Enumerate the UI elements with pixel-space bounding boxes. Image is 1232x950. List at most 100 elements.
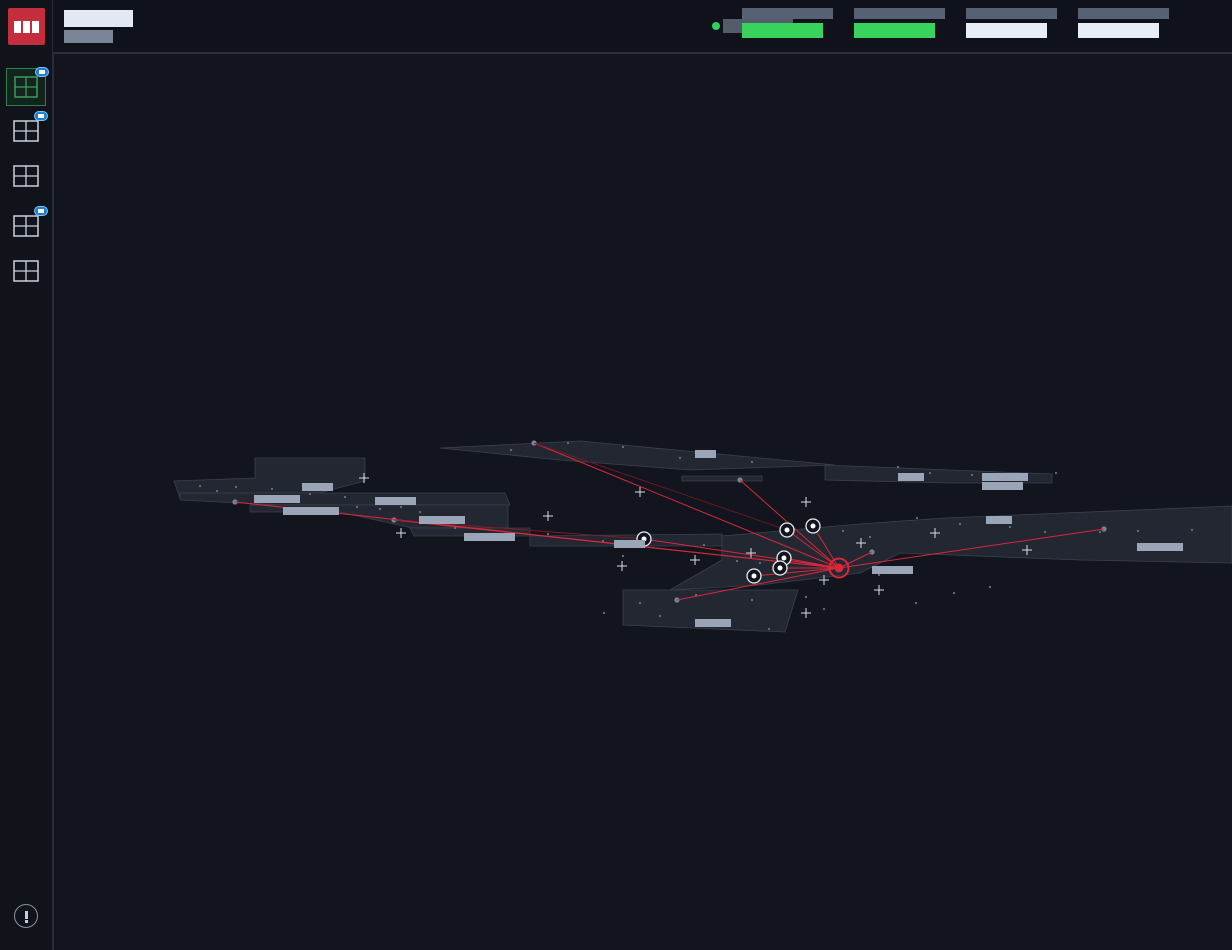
node-label-bg: [614, 540, 645, 548]
sidebar-item-1[interactable]: [6, 67, 49, 106]
map-point: [658, 614, 662, 618]
alert-icon[interactable]: [14, 904, 38, 928]
sidebar-item-3[interactable]: [6, 158, 46, 196]
map-point: [1043, 530, 1047, 534]
map-point: [1136, 529, 1140, 533]
metric-label: [742, 8, 833, 19]
map-point: [868, 535, 872, 539]
sidebar: [0, 0, 54, 950]
network-map[interactable]: [53, 54, 1232, 950]
notification-badge: [35, 67, 49, 77]
map-point: [822, 607, 826, 611]
map-point: [308, 492, 312, 496]
node-label-bg: [419, 516, 465, 524]
grid-icon: [13, 165, 39, 187]
crosshair-icon: [874, 585, 884, 595]
map-point: [958, 522, 962, 526]
map-point: [509, 448, 513, 452]
map-point: [678, 456, 682, 460]
map-point: [355, 505, 359, 509]
metric-value: [1078, 23, 1159, 38]
map-point: [270, 487, 274, 491]
app-logo[interactable]: [8, 8, 45, 45]
metric-1: [742, 8, 833, 40]
node-label-bg: [375, 497, 416, 505]
map-point: [602, 611, 606, 615]
sidebar-item-4[interactable]: [6, 206, 48, 246]
active-node: [751, 573, 757, 579]
node-label-bg: [283, 507, 339, 515]
active-node: [810, 523, 816, 529]
metric-3: [966, 8, 1057, 40]
node-label-bg: [898, 473, 924, 481]
map-point: [928, 471, 932, 475]
map-point: [1098, 530, 1102, 534]
status-indicator-icon: [712, 22, 720, 30]
map-point: [750, 598, 754, 602]
map-point: [804, 595, 808, 599]
map-point: [767, 627, 771, 631]
top-bar: [53, 0, 1232, 54]
node-label-bg: [982, 482, 1023, 490]
map-point: [234, 485, 238, 489]
grid-icon: [13, 260, 39, 282]
node-label-bg: [464, 533, 515, 541]
notification-badge: [34, 206, 48, 216]
metric-value: [966, 23, 1047, 38]
crosshair-icon: [635, 487, 645, 497]
grid-icon: [13, 120, 39, 142]
metric-value: [854, 23, 935, 38]
node-label-bg: [695, 619, 731, 627]
map-point: [621, 445, 625, 449]
map-point: [702, 543, 706, 547]
map-point: [952, 591, 956, 595]
map-point: [1054, 471, 1058, 475]
active-node: [781, 555, 787, 561]
map-region: [439, 440, 836, 471]
active-node: [784, 527, 790, 533]
map-region: [179, 492, 511, 506]
map-point: [1190, 528, 1194, 532]
map-point: [546, 532, 550, 536]
active-node: [777, 565, 783, 571]
hub-node: [834, 563, 844, 573]
map-point: [735, 559, 739, 563]
sidebar-item-5[interactable]: [6, 253, 46, 291]
crosshair-icon: [543, 511, 553, 521]
map-region: [681, 475, 763, 482]
map-point: [841, 529, 845, 533]
map-point: [914, 601, 918, 605]
metric-label: [1078, 8, 1169, 19]
sidebar-item-2[interactable]: [6, 111, 48, 151]
metric-4: [1078, 8, 1169, 40]
map-point: [215, 489, 219, 493]
map-point: [970, 473, 974, 477]
crosshair-icon: [801, 608, 811, 618]
node-label-bg: [254, 495, 300, 503]
map-point: [453, 526, 457, 530]
metric-value: [742, 23, 823, 38]
metric-label: [854, 8, 945, 19]
node-label-bg: [1137, 543, 1183, 551]
crosshair-icon: [801, 497, 811, 507]
map-viewport[interactable]: [53, 54, 1232, 950]
map-point: [896, 465, 900, 469]
map-point: [915, 516, 919, 520]
page-title: [64, 10, 133, 27]
node-label-bg: [872, 566, 913, 574]
map-point: [638, 601, 642, 605]
grid-icon: [13, 215, 39, 237]
map-region: [173, 457, 366, 499]
map-point: [1008, 525, 1012, 529]
map-point: [343, 495, 347, 499]
notification-badge: [34, 111, 48, 121]
page-subtitle: [64, 30, 113, 43]
map-point: [378, 507, 382, 511]
map-point: [198, 484, 202, 488]
map-point: [418, 510, 422, 514]
node-label-bg: [982, 473, 1028, 481]
node-label-bg: [986, 516, 1012, 524]
metric-label: [966, 8, 1057, 19]
map-point: [750, 460, 754, 464]
node-label-bg: [302, 483, 333, 491]
